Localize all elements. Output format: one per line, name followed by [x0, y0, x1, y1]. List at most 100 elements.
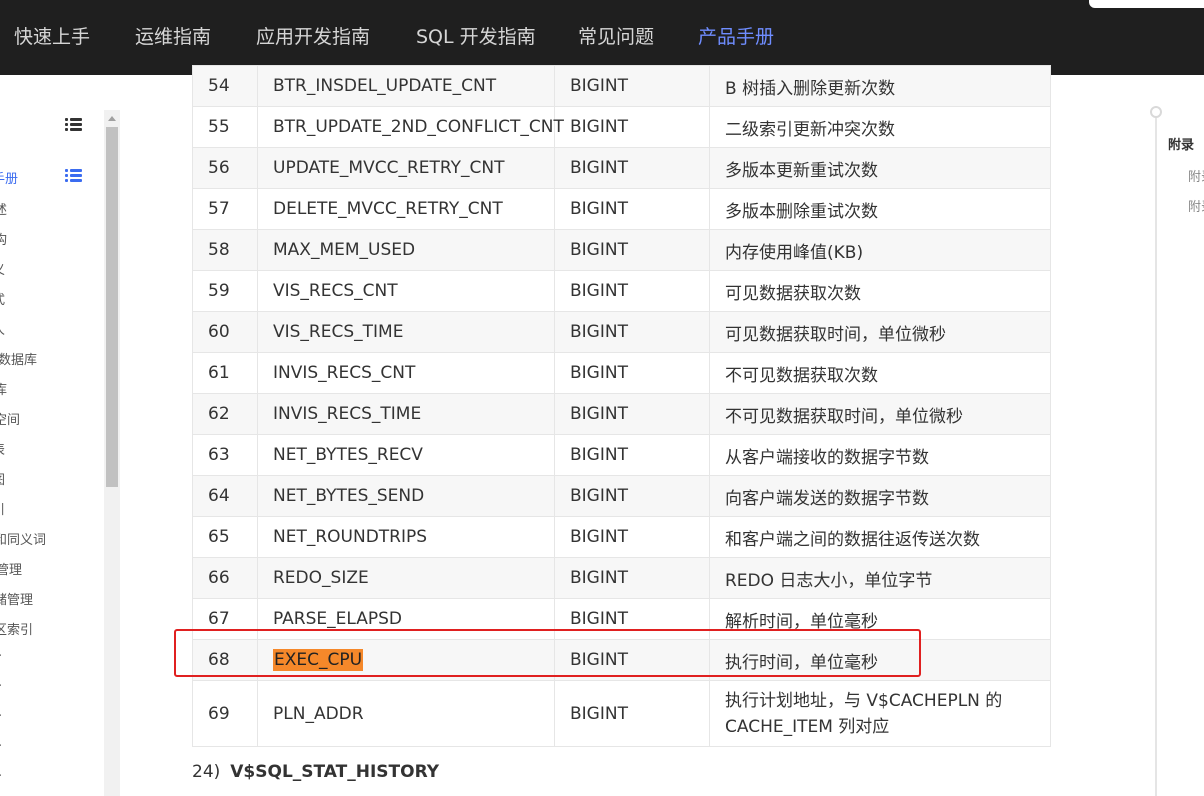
sidebar-item[interactable]: 表 [0, 439, 5, 458]
table-row: 55 BTR_UPDATE_2ND_CONFLICT_CNT BIGINT 二级… [192, 106, 1051, 148]
sidebar-item[interactable]: 式 [0, 289, 5, 308]
field-name: VIS_RECS_CNT [257, 270, 555, 312]
sidebar-item[interactable]: 图 [0, 469, 5, 488]
field-type: BIGINT [554, 65, 710, 107]
field-name: MAX_MEM_USED [257, 229, 555, 271]
search-box[interactable] [1089, 0, 1204, 8]
sidebar-item[interactable]: 和同义词 [0, 529, 46, 548]
row-number: 57 [192, 188, 258, 230]
field-type: BIGINT [554, 352, 710, 394]
table-row: 65 NET_ROUNDTRIPS BIGINT 和客户端之间的数据往返传送次数 [192, 516, 1051, 558]
field-description: REDO 日志大小，单位字节 [709, 557, 1051, 599]
field-description: 从客户端接收的数据字节数 [709, 434, 1051, 476]
field-type: BIGINT [554, 311, 710, 353]
field-description: 内存使用峰值(KB) [709, 229, 1051, 271]
row-number: 54 [192, 65, 258, 107]
table-row: 61 INVIS_RECS_CNT BIGINT 不可见数据获取次数 [192, 352, 1051, 394]
outline-item[interactable]: 附录2 [1188, 196, 1204, 215]
field-name: INVIS_RECS_TIME [257, 393, 555, 435]
sidebar-item[interactable]: 数据库 [0, 349, 37, 368]
field-type: BIGINT [554, 188, 710, 230]
sidebar-item[interactable]: 区索引 [0, 619, 33, 638]
sidebar-item[interactable]: · [0, 739, 2, 754]
row-number: 63 [192, 434, 258, 476]
field-description: 多版本更新重试次数 [709, 147, 1051, 189]
field-name: VIS_RECS_TIME [257, 311, 555, 353]
outline-dot-icon [1150, 106, 1162, 118]
table-row: 58 MAX_MEM_USED BIGINT 内存使用峰值(KB) [192, 229, 1051, 271]
content-area: 54 BTR_INSDEL_UPDATE_CNT BIGINT B 树插入删除更… [192, 65, 1051, 747]
sidebar-item[interactable]: · [0, 769, 2, 784]
sidebar-item[interactable]: 引 [0, 499, 5, 518]
field-name: EXEC_CPU [257, 639, 555, 681]
tab-faq[interactable]: 常见问题 [578, 0, 654, 75]
row-number: 62 [192, 393, 258, 435]
table-row: 64 NET_BYTES_SEND BIGINT 向客户端发送的数据字节数 [192, 475, 1051, 517]
field-name: PARSE_ELAPSD [257, 598, 555, 640]
field-description: 多版本删除重试次数 [709, 188, 1051, 230]
field-description: 不可见数据获取时间，单位微秒 [709, 393, 1051, 435]
table-row: 67 PARSE_ELAPSD BIGINT 解析时间，单位毫秒 [192, 598, 1051, 640]
tab-operations-guide[interactable]: 运维指南 [135, 0, 211, 75]
table-row: 56 UPDATE_MVCC_RETRY_CNT BIGINT 多版本更新重试次… [192, 147, 1051, 189]
row-number: 68 [192, 639, 258, 681]
outline-rail [1155, 118, 1157, 796]
field-type: BIGINT [554, 270, 710, 312]
sidebar-item[interactable]: 管理 [0, 559, 22, 578]
page-outline: 附录 附录1 附录2 [1140, 100, 1204, 796]
field-table: 54 BTR_INSDEL_UPDATE_CNT BIGINT B 树插入删除更… [192, 65, 1051, 747]
field-description: B 树插入删除更新次数 [709, 65, 1051, 107]
row-number: 66 [192, 557, 258, 599]
sidebar-item[interactable]: · [0, 649, 2, 664]
tab-quick-start[interactable]: 快速上手 [14, 0, 90, 75]
sidebar-scrollbar[interactable] [104, 110, 120, 796]
field-name: BTR_INSDEL_UPDATE_CNT [257, 65, 555, 107]
section-number: 24) [192, 762, 221, 782]
table-row: 62 INVIS_RECS_TIME BIGINT 不可见数据获取时间，单位微秒 [192, 393, 1051, 435]
sidebar-item[interactable]: 义 [0, 259, 5, 278]
list-icon[interactable] [65, 118, 82, 132]
sidebar-item[interactable]: · [0, 709, 2, 724]
table-row: 54 BTR_INSDEL_UPDATE_CNT BIGINT B 树插入删除更… [192, 65, 1051, 107]
table-row: 60 VIS_RECS_TIME BIGINT 可见数据获取时间，单位微秒 [192, 311, 1051, 353]
field-description: 可见数据获取次数 [709, 270, 1051, 312]
sidebar-item[interactable]: 储管理 [0, 589, 33, 608]
tab-app-dev-guide[interactable]: 应用开发指南 [256, 0, 370, 75]
outline-item[interactable]: 附录1 [1188, 166, 1204, 185]
field-type: BIGINT [554, 516, 710, 558]
sidebar-item[interactable]: 库 [0, 379, 7, 398]
field-type: BIGINT [554, 475, 710, 517]
sidebar-item[interactable]: 人 [0, 319, 5, 338]
field-description: 不可见数据获取次数 [709, 352, 1051, 394]
sidebar-item[interactable]: 述 [0, 199, 7, 218]
scrollbar-thumb[interactable] [106, 127, 118, 487]
tab-sql-dev-guide[interactable]: SQL 开发指南 [416, 0, 536, 75]
field-name: DELETE_MVCC_RETRY_CNT [257, 188, 555, 230]
table-row: 63 NET_BYTES_RECV BIGINT 从客户端接收的数据字节数 [192, 434, 1051, 476]
list-icon[interactable] [65, 169, 82, 183]
section-heading: 24) V$SQL_STAT_HISTORY [192, 762, 439, 782]
table-row: 66 REDO_SIZE BIGINT REDO 日志大小，单位字节 [192, 557, 1051, 599]
field-name: INVIS_RECS_CNT [257, 352, 555, 394]
field-type: BIGINT [554, 680, 710, 747]
field-description: 解析时间，单位毫秒 [709, 598, 1051, 640]
sidebar-item[interactable]: 空间 [0, 409, 20, 428]
field-type: BIGINT [554, 106, 710, 148]
field-description: 向客户端发送的数据字节数 [709, 475, 1051, 517]
outline-title[interactable]: 附录 [1168, 134, 1194, 153]
tab-product-manual[interactable]: 产品手册 [677, 0, 795, 75]
field-type: BIGINT [554, 639, 710, 681]
field-name: NET_BYTES_SEND [257, 475, 555, 517]
scroll-up-arrow-icon[interactable] [108, 116, 116, 121]
field-type: BIGINT [554, 434, 710, 476]
section-title: V$SQL_STAT_HISTORY [230, 762, 440, 782]
row-number: 67 [192, 598, 258, 640]
sidebar-item[interactable]: 构 [0, 229, 7, 248]
row-number: 55 [192, 106, 258, 148]
sidebar-item[interactable]: · [0, 679, 2, 694]
table-row: 57 DELETE_MVCC_RETRY_CNT BIGINT 多版本删除重试次… [192, 188, 1051, 230]
field-description: 执行计划地址，与 V$CACHEPLN 的 CACHE_ITEM 列对应 [709, 680, 1051, 747]
sidebar-item-manual[interactable]: 手册 [0, 168, 18, 187]
table-row-highlighted: 68 EXEC_CPU BIGINT 执行时间，单位毫秒 [192, 639, 1051, 681]
top-navigation: 快速上手 运维指南 应用开发指南 SQL 开发指南 常见问题 产品手册 [0, 0, 1204, 75]
